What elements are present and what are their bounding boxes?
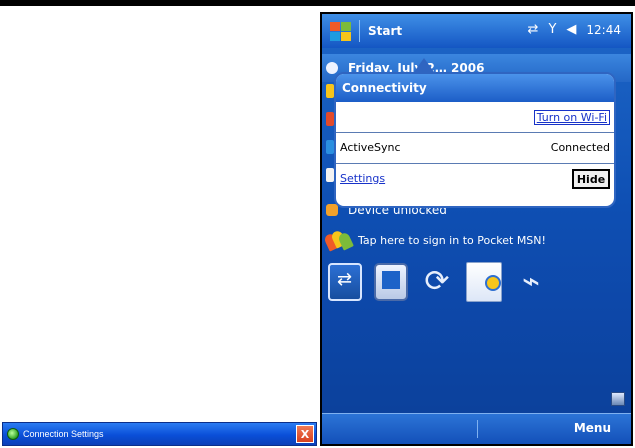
- activesync-row: ActiveSync Connected: [336, 132, 614, 163]
- connection-settings-titlebar: Connection Settings X: [2, 422, 317, 446]
- app-icon-row: ⟳ ⌁: [328, 262, 548, 302]
- connection-app-icon[interactable]: ⟳: [420, 263, 454, 301]
- tray-icon[interactable]: [611, 392, 625, 406]
- lock-icon: [326, 204, 338, 216]
- popup-title: Connectivity: [336, 74, 614, 102]
- msn-signin-row[interactable]: Tap here to sign in to Pocket MSN!: [323, 228, 546, 252]
- msn-signin-text: Tap here to sign in to Pocket MSN!: [358, 233, 546, 247]
- nav-separator: [359, 20, 360, 42]
- start-button[interactable]: Start: [368, 24, 402, 38]
- softkey-bar: Menu: [322, 413, 631, 444]
- top-rule: [0, 0, 635, 6]
- window-title: Connection Settings: [23, 429, 104, 439]
- wifi-row: Turn on Wi-Fi: [336, 102, 614, 132]
- clock[interactable]: 12:44: [586, 23, 621, 37]
- today-item-icon[interactable]: [326, 140, 334, 154]
- signal-antenna-icon[interactable]: Y: [548, 22, 556, 37]
- connectivity-icon[interactable]: ⇄: [528, 22, 539, 37]
- today-item-icon[interactable]: [326, 112, 334, 126]
- document-app-icon[interactable]: [466, 262, 502, 302]
- settings-link[interactable]: Settings: [340, 172, 385, 185]
- settings-row: Settings Hide: [336, 163, 614, 194]
- today-item-icon[interactable]: [326, 168, 334, 182]
- hide-button[interactable]: Hide: [572, 169, 610, 189]
- connectivity-popup: Connectivity Turn on Wi-Fi ActiveSync Co…: [334, 72, 616, 208]
- close-button[interactable]: X: [296, 425, 314, 443]
- today-left-icons: [326, 84, 334, 196]
- turn-on-wifi-link[interactable]: Turn on Wi-Fi: [533, 110, 610, 125]
- navigation-bar: Start ⇄ Y ◀ 12:44: [322, 14, 631, 48]
- satellite-dish-app-icon[interactable]: ⌁: [514, 263, 548, 301]
- speaker-icon[interactable]: ◀: [566, 22, 576, 37]
- menu-softkey[interactable]: Menu: [574, 421, 611, 435]
- popup-pointer: [414, 58, 434, 72]
- connection-settings-icon: [7, 428, 19, 440]
- activesync-status: Connected: [550, 141, 610, 154]
- pocketpc-app-icon[interactable]: [374, 263, 408, 301]
- activesync-app-icon[interactable]: [328, 263, 362, 301]
- today-item-icon[interactable]: [326, 84, 334, 98]
- activesync-label: ActiveSync: [340, 141, 401, 154]
- softkey-separator: [476, 420, 478, 438]
- status-icons: ⇄ Y ◀ 12:44: [528, 22, 621, 37]
- windows-flag-icon[interactable]: [328, 20, 354, 42]
- date-icon: [326, 62, 338, 74]
- msn-butterfly-icon: [323, 228, 354, 252]
- pocket-pc-screen: Start ⇄ Y ◀ 12:44 Friday, July 2… 2006 D…: [320, 12, 633, 446]
